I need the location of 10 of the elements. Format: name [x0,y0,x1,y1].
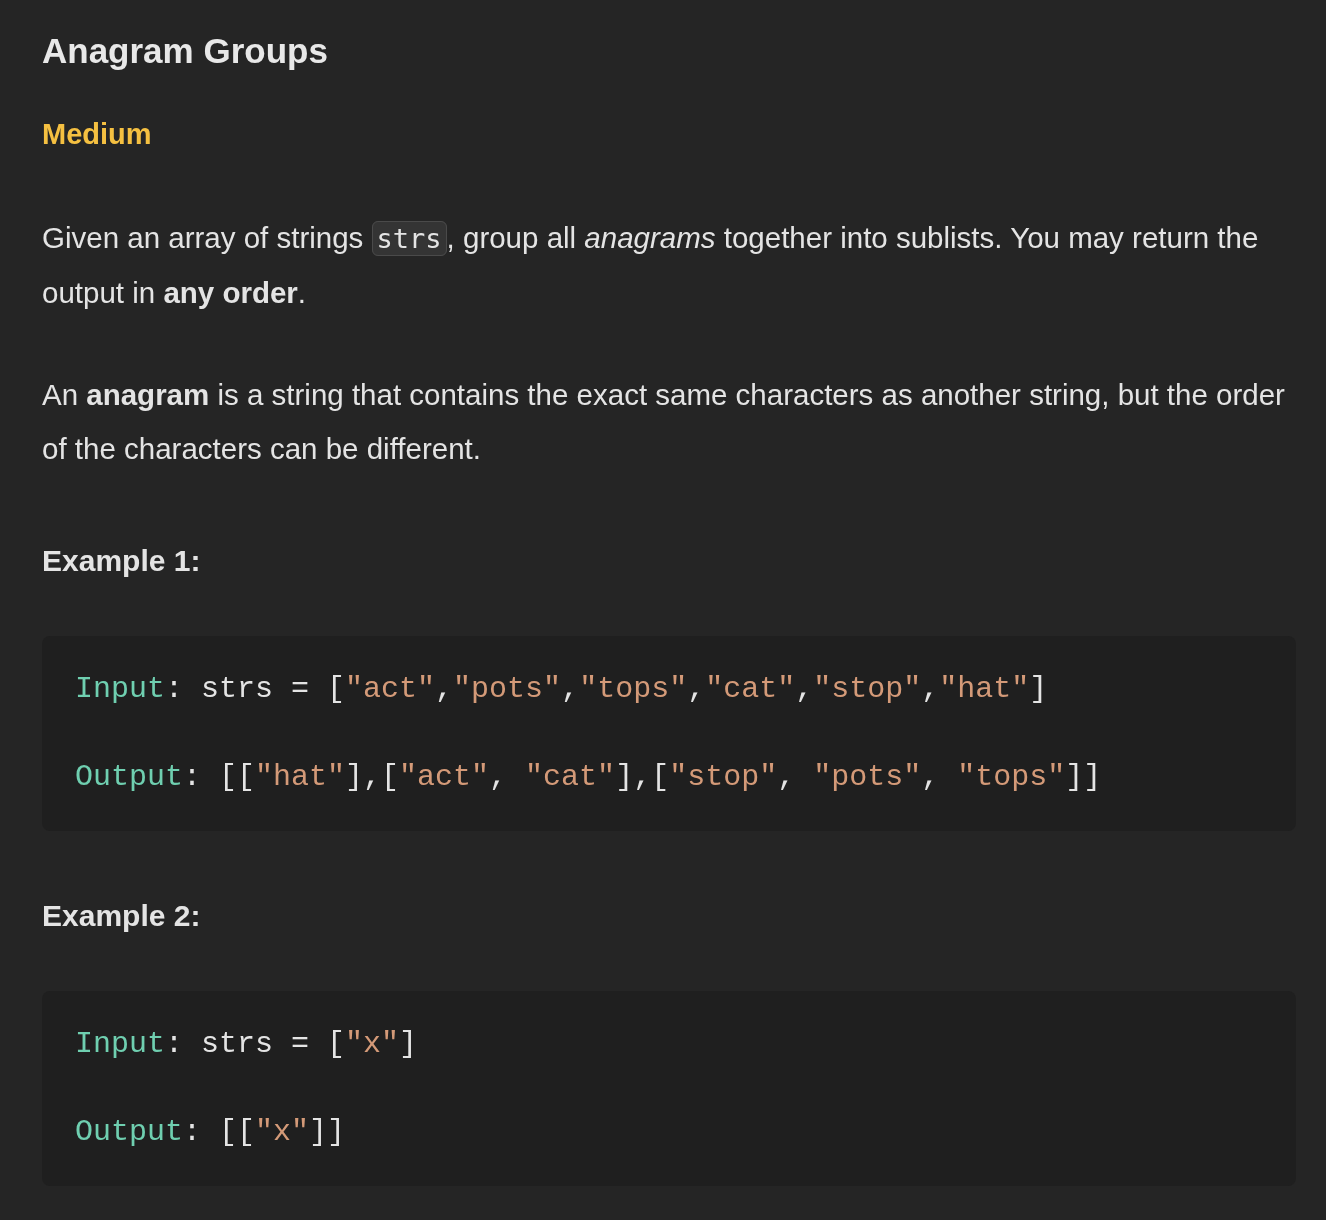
example-heading: Example 1: [42,543,202,579]
description-paragraph: An anagram is a string that contains the exact same characters as another string, but the order of the characters can be different. [42,377,1286,467]
problem-title: Anagram Groups [42,30,329,72]
description-paragraph: Given an array of strings strs , group all anagrams together into sublists. You may return the output in any order. [42,220,1260,311]
code-line: Input: strs = ["x"] [75,1026,419,1063]
code-line: Output: [["x"]] [75,1114,347,1151]
difficulty-label: Medium [42,117,153,152]
code-line: Input: strs = ["act","pots","tops","cat","stop","hat"] [75,671,1049,708]
example-heading: Example 2: [42,898,202,934]
code-line: Output: [["hat"],["act", "cat"],["stop", "pots", "tops"]] [75,759,1103,796]
